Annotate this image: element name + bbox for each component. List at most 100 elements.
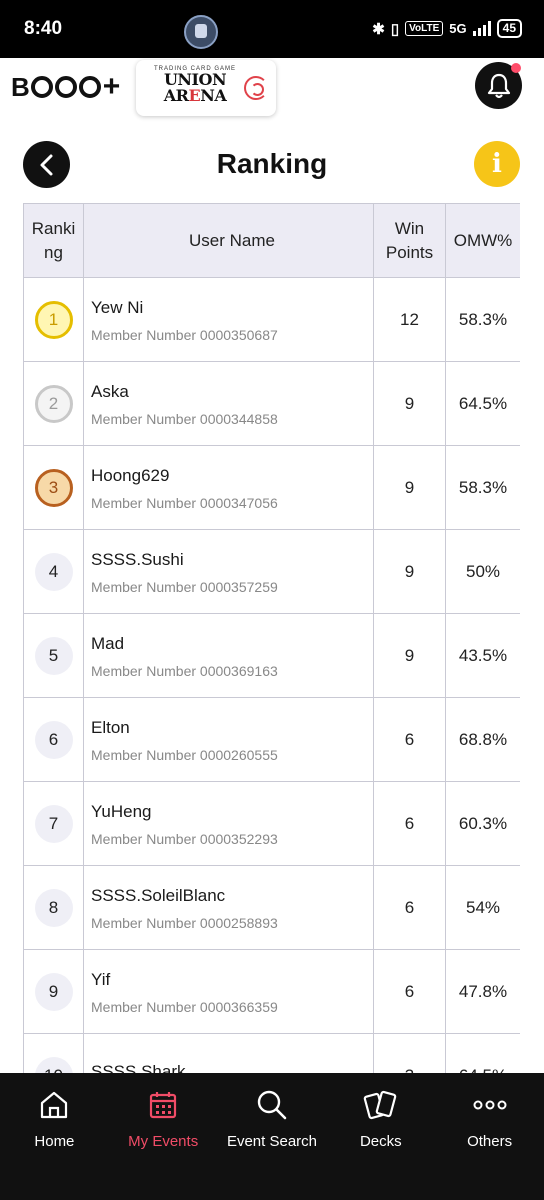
sync-icon[interactable]	[244, 76, 268, 100]
user-name: SSSS.SoleilBlanc	[91, 885, 226, 905]
status-time: 8:40	[24, 18, 63, 39]
rank-badge: 1	[34, 300, 73, 339]
status-icons: ✱ ▯ VoLTE 5G 45	[372, 19, 522, 38]
user-name: Hoong629	[91, 465, 170, 485]
user-cell: SSSS.SoleilBlanc Member Number 0000258893	[83, 865, 374, 950]
table-row[interactable]: 8 SSSS.SoleilBlanc Member Number 000025889…	[23, 865, 520, 950]
signal-icon	[472, 21, 491, 36]
user-cell: Elton Member Number 0000260555	[83, 697, 374, 782]
omw-cell: 64.5%	[445, 361, 520, 446]
win-points-cell: 6	[373, 949, 446, 1034]
battery-icon: 45	[496, 19, 522, 38]
rank-badge: 7	[34, 804, 73, 843]
win-points-cell: 9	[373, 529, 446, 614]
user-name: Yif	[91, 969, 111, 989]
cards-icon	[363, 1087, 399, 1123]
nav-item-my-events[interactable]: My Events	[109, 1073, 218, 1200]
win-points-cell: 12	[373, 277, 446, 362]
rank-cell: 5	[23, 613, 84, 698]
win-points-cell: 9	[373, 445, 446, 530]
win-points-cell: 9	[373, 361, 446, 446]
calendar-icon	[147, 1087, 179, 1123]
rank-badge: 8	[34, 888, 73, 927]
user-cell: Mad Member Number 0000369163	[83, 613, 374, 698]
omw-cell: 68.8%	[445, 697, 520, 782]
user-name: YuHeng	[91, 801, 152, 821]
bandai-logo[interactable]: B +	[11, 70, 120, 104]
rank-cell: 3	[23, 445, 84, 530]
bell-icon	[487, 73, 510, 98]
nav-item-event-search[interactable]: Event Search	[218, 1073, 327, 1200]
rank-cell: 1	[23, 277, 84, 362]
user-cell: SSSS.Sushi Member Number 0000357259	[83, 529, 374, 614]
omw-cell: 50%	[445, 529, 520, 614]
rank-cell: 4	[23, 529, 84, 614]
home-icon	[38, 1087, 70, 1123]
win-points-cell: 9	[373, 613, 446, 698]
member-number: Member Number 0000357259	[91, 578, 278, 595]
member-number: Member Number 0000366359	[91, 998, 278, 1015]
rank-cell: 7	[23, 781, 84, 866]
win-points-cell: 6	[373, 697, 446, 782]
member-number: Member Number 0000258893	[91, 914, 278, 931]
table-header-row: Ranki ng User Name Win Points OMW%	[23, 203, 520, 278]
ranking-table[interactable]: Ranki ng User Name Win Points OMW% 1 Yew Ni…	[23, 203, 520, 1073]
member-number: Member Number 0000347056	[91, 494, 278, 511]
user-cell: SSSS.Shark	[83, 1033, 374, 1074]
nav-item-decks[interactable]: Decks	[326, 1073, 435, 1200]
table-row[interactable]: 4 SSSS.Sushi Member Number 0000357259 9 50%	[23, 529, 520, 614]
win-points-cell: 6	[373, 781, 446, 866]
rank-cell: 2	[23, 361, 84, 446]
status-avatar-icon	[184, 15, 218, 49]
table-row[interactable]: 5 Mad Member Number 0000369163 9 43.5%	[23, 613, 520, 698]
user-name: SSSS.Sushi	[91, 549, 184, 569]
omw-cell: 54%	[445, 865, 520, 950]
nav-label-my-events: My Events	[128, 1133, 199, 1150]
bottom-nav: Home My Events Event Search Decks Others	[0, 1073, 544, 1200]
nav-label-others: Others	[467, 1133, 513, 1150]
rank-cell: 10	[23, 1033, 84, 1073]
table-row[interactable]: 6 Elton Member Number 0000260555 6 68.8%	[23, 697, 520, 782]
notification-dot	[511, 63, 521, 73]
network-type: 5G	[449, 21, 467, 36]
omw-cell: 47.8%	[445, 949, 520, 1034]
info-button[interactable]: i	[474, 141, 520, 187]
nav-item-others[interactable]: Others	[435, 1073, 544, 1200]
table-row[interactable]: 10 SSSS.Shark 364.5%	[23, 1033, 520, 1074]
win-points-cell: 3	[373, 1033, 446, 1073]
user-name: Aska	[91, 381, 129, 401]
user-cell: Yif Member Number 0000366359	[83, 949, 374, 1034]
user-cell: Aska Member Number 0000344858	[83, 361, 374, 446]
col-header-win-points: Win Points	[373, 203, 446, 278]
table-row[interactable]: 7 YuHeng Member Number 0000352293 6 60.3%	[23, 781, 520, 866]
volte-badge: VoLTE	[405, 21, 444, 36]
union-arena-card[interactable]: TRADING CARD GAME UNION ARENA	[136, 60, 276, 116]
omw-cell: 60.3%	[445, 781, 520, 866]
omw-cell: 64.5%	[445, 1033, 520, 1073]
nav-label-event-search: Event Search	[226, 1133, 318, 1150]
rank-cell: 9	[23, 949, 84, 1034]
user-name: Mad	[91, 633, 125, 653]
union-arena-logo: TRADING CARD GAME UNION ARENA	[153, 66, 236, 105]
table-row[interactable]: 9 Yif Member Number 0000366359 6 47.8%	[23, 949, 520, 1034]
omw-cell: 58.3%	[445, 445, 520, 530]
table-row[interactable]: 2 Aska Member Number 0000344858 9 64.5%	[23, 361, 520, 446]
rank-badge: 5	[34, 636, 73, 675]
notification-button[interactable]	[475, 62, 522, 109]
member-number: Member Number 0000260555	[91, 746, 278, 763]
user-name: SSSS.Shark	[91, 1061, 186, 1074]
user-name: Yew Ni	[91, 297, 144, 317]
member-number: Member Number 0000344858	[91, 410, 278, 427]
nav-item-home[interactable]: Home	[0, 1073, 109, 1200]
rank-badge: 10	[34, 1056, 73, 1073]
rank-badge: 4	[34, 552, 73, 591]
user-cell: Yew Ni Member Number 0000350687	[83, 277, 374, 362]
rank-badge: 9	[34, 972, 73, 1011]
vibrate-icon: ▯	[390, 20, 400, 38]
app-header: B + TRADING CARD GAME UNION ARENA	[0, 58, 544, 122]
rank-badge: 3	[34, 468, 73, 507]
title-row: Ranking i	[0, 136, 544, 196]
omw-cell: 58.3%	[445, 277, 520, 362]
table-row[interactable]: 1 Yew Ni Member Number 0000350687 12 58.3%	[23, 277, 520, 362]
table-row[interactable]: 3 Hoong629 Member Number 0000347056 9 58.3%	[23, 445, 520, 530]
